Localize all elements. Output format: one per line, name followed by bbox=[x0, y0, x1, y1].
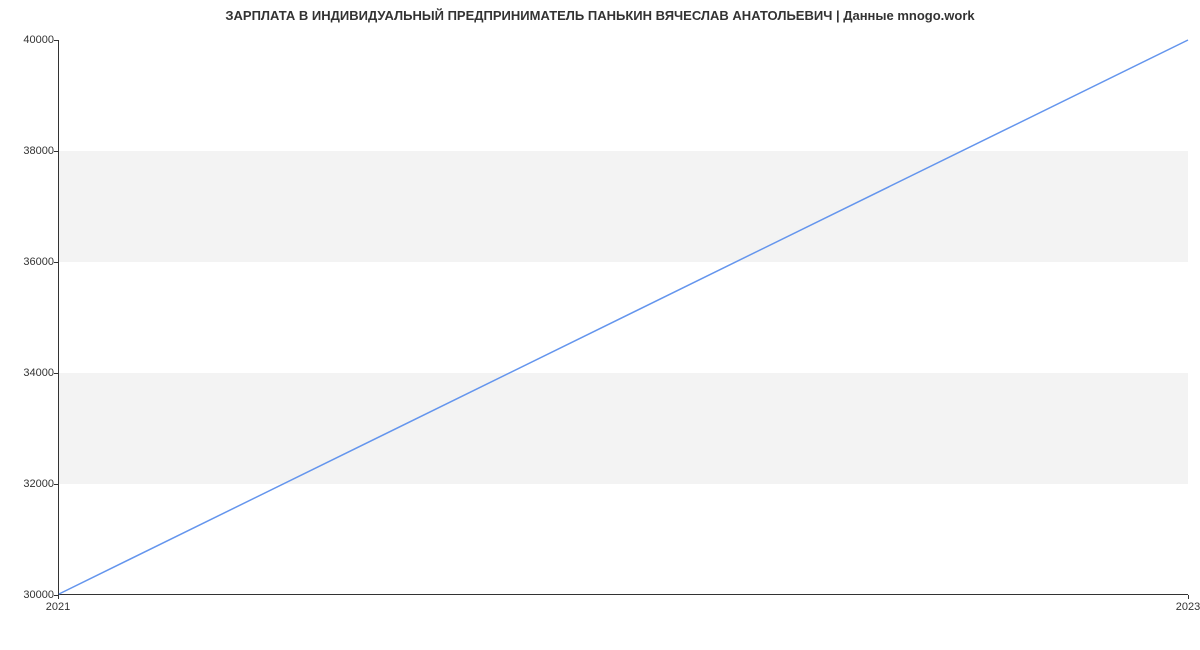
x-tick-mark bbox=[58, 595, 59, 599]
line-series bbox=[59, 40, 1188, 594]
x-tick-label: 2021 bbox=[46, 601, 70, 613]
chart-container: ЗАРПЛАТА В ИНДИВИДУАЛЬНЫЙ ПРЕДПРИНИМАТЕЛ… bbox=[0, 0, 1200, 650]
y-tick-mark bbox=[54, 373, 58, 374]
y-tick-mark bbox=[54, 484, 58, 485]
x-tick-mark bbox=[1188, 595, 1189, 599]
y-tick-mark bbox=[54, 40, 58, 41]
y-tick-label: 36000 bbox=[18, 256, 54, 268]
y-tick-mark bbox=[54, 151, 58, 152]
y-tick-label: 40000 bbox=[18, 34, 54, 46]
y-tick-label: 30000 bbox=[18, 589, 54, 601]
x-tick-label: 2023 bbox=[1176, 601, 1200, 613]
y-tick-mark bbox=[54, 262, 58, 263]
chart-title: ЗАРПЛАТА В ИНДИВИДУАЛЬНЫЙ ПРЕДПРИНИМАТЕЛ… bbox=[0, 8, 1200, 23]
y-tick-label: 34000 bbox=[18, 367, 54, 379]
plot-area bbox=[58, 40, 1188, 595]
y-tick-label: 38000 bbox=[18, 145, 54, 157]
y-tick-label: 32000 bbox=[18, 478, 54, 490]
